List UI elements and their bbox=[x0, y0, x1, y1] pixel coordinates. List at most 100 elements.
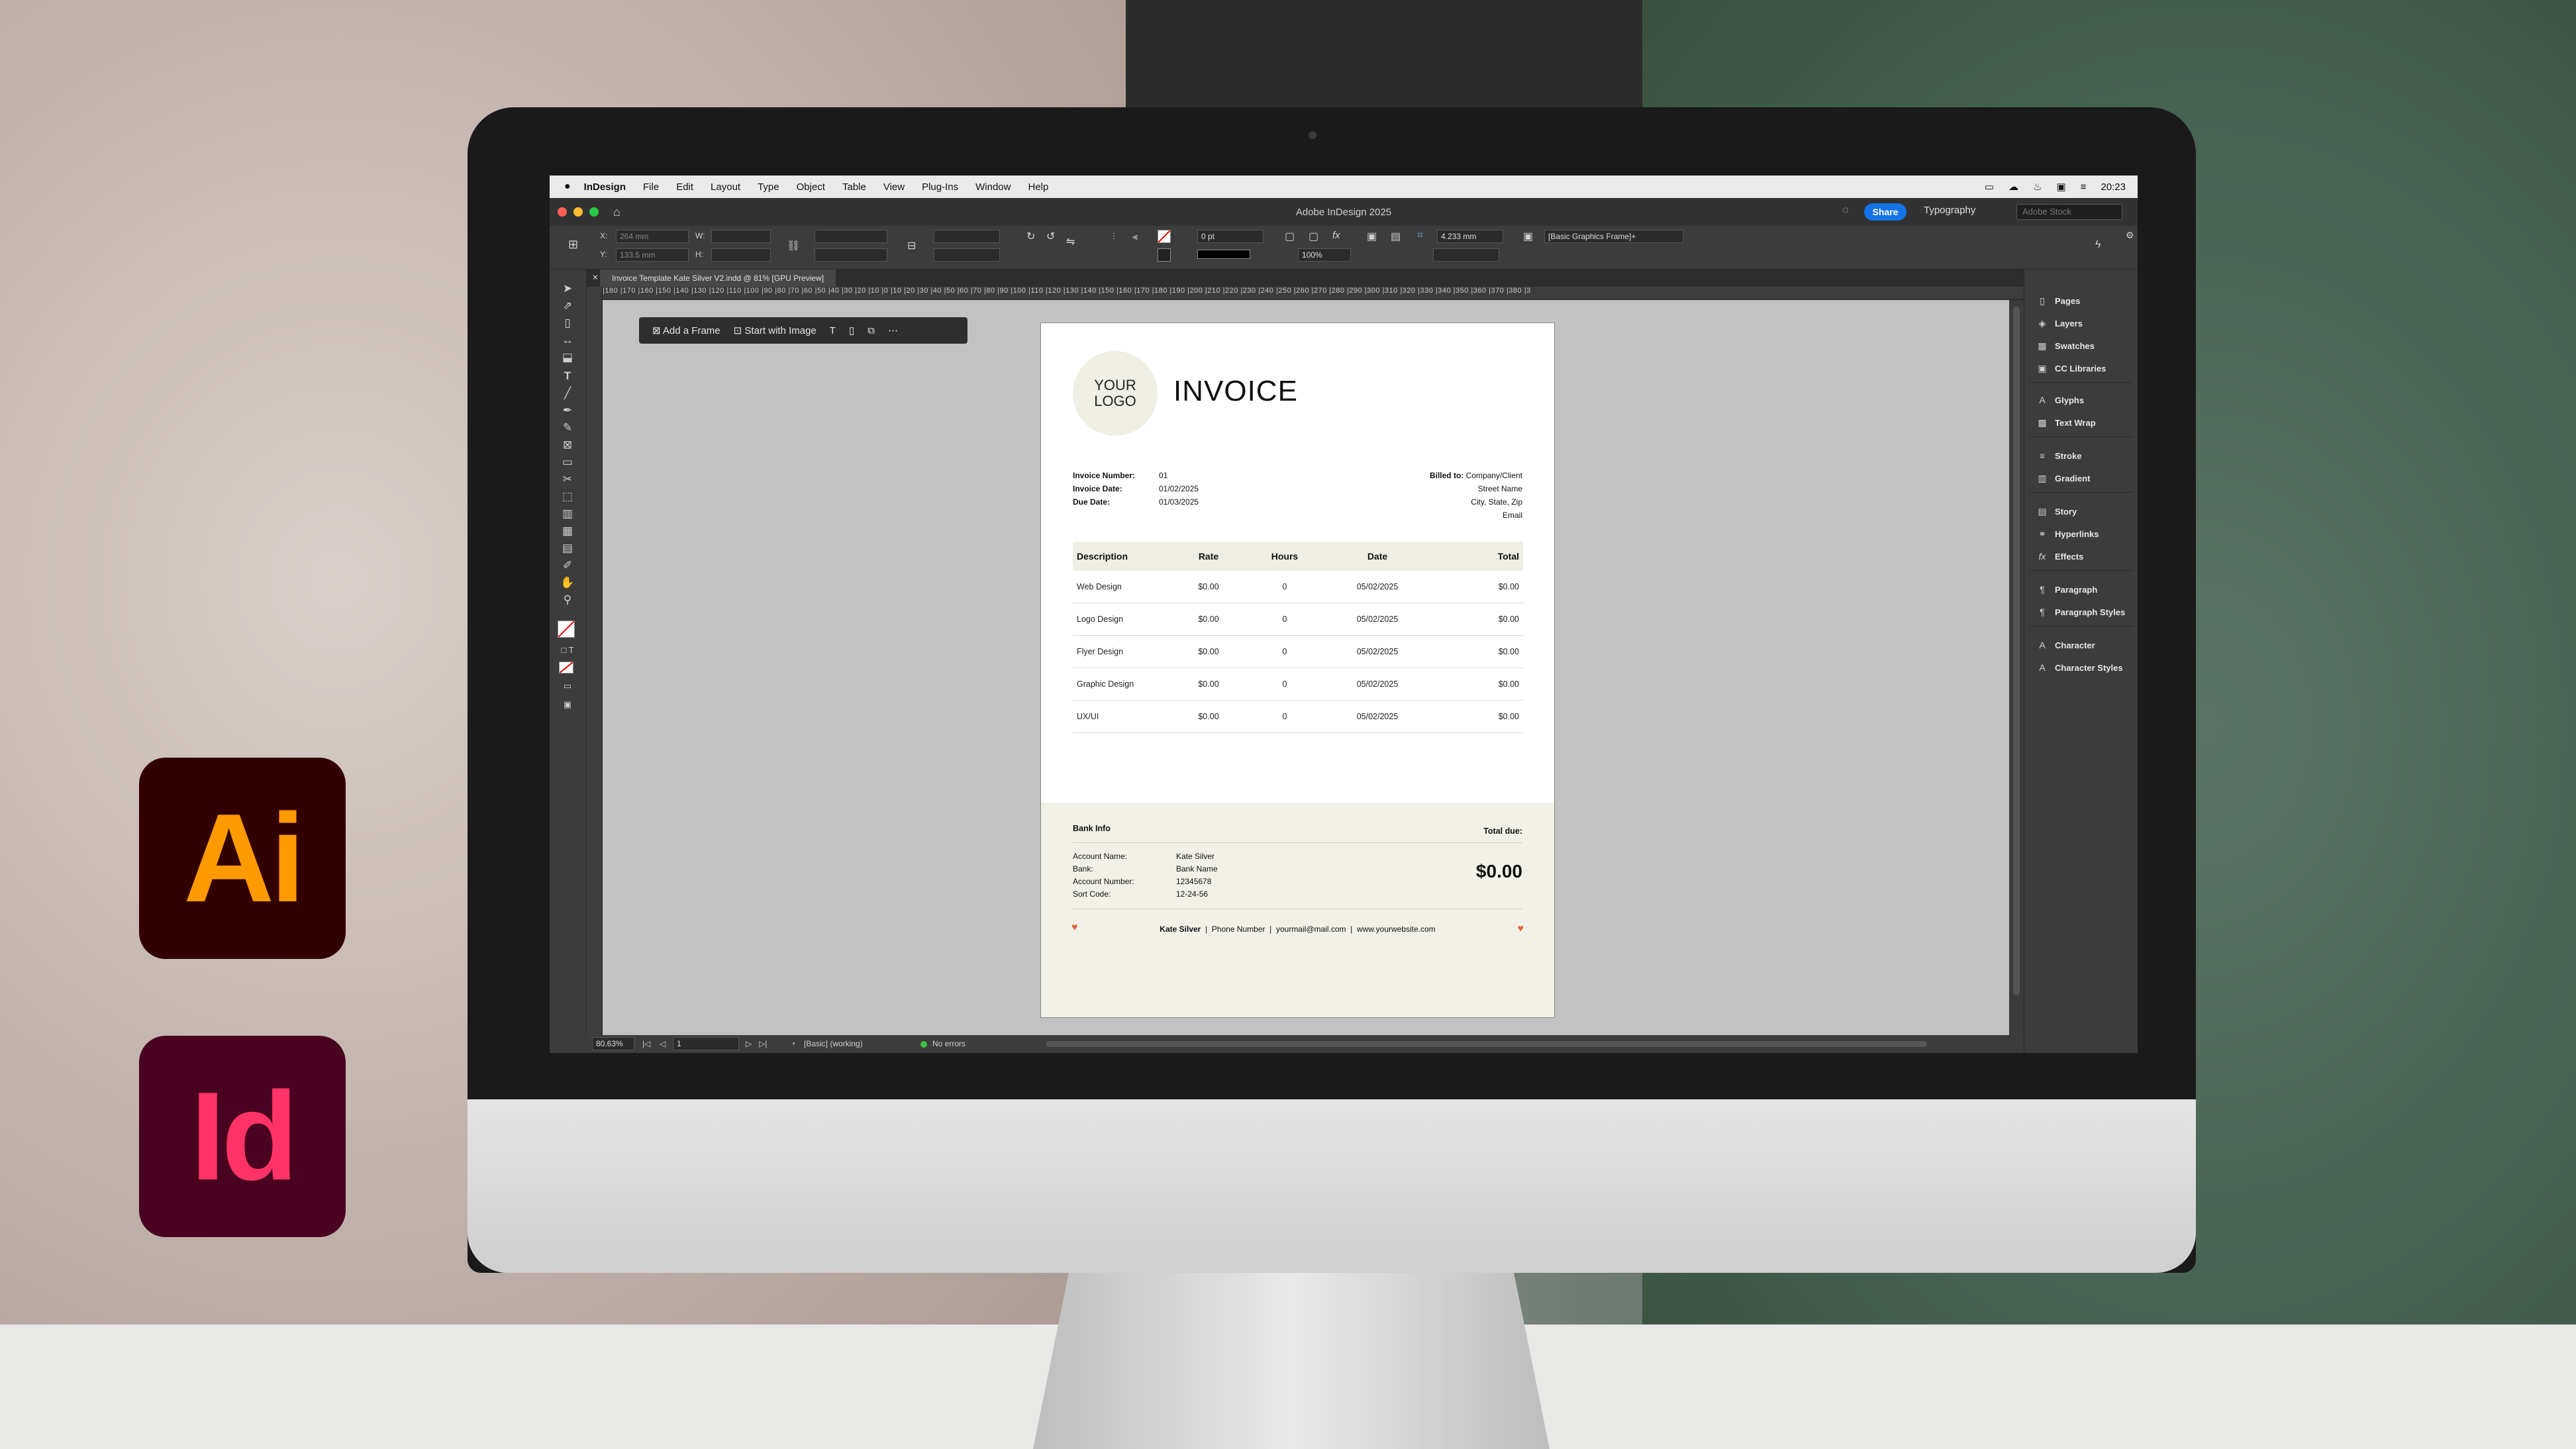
w-field[interactable] bbox=[711, 230, 771, 243]
menu-app[interactable]: InDesign bbox=[584, 181, 626, 193]
horizontal-ruler[interactable]: |180 |170 |160 |150 |140 |130 |120 |110 … bbox=[603, 287, 2024, 300]
horizontal-scrollbar[interactable] bbox=[1046, 1041, 1927, 1047]
y-field[interactable]: 133.5 mm bbox=[616, 248, 689, 262]
duplicate-icon[interactable]: ⧉ bbox=[867, 325, 875, 336]
share-button[interactable]: Share bbox=[1864, 203, 1907, 221]
opacity-field[interactable]: 100% bbox=[1298, 248, 1351, 262]
tab-invoice-document[interactable]: Invoice Template Kate Silver V2.indd @ 8… bbox=[600, 270, 836, 287]
clock[interactable]: 20:23 bbox=[2101, 181, 2126, 193]
panel-gradient[interactable]: ▥ Gradient bbox=[2036, 470, 2090, 487]
gap-tool-icon[interactable]: ↔ bbox=[559, 334, 576, 346]
frame-fit-icon[interactable]: ▣ bbox=[1367, 230, 1377, 243]
panel-paragraph[interactable]: ¶ Paragraph bbox=[2036, 581, 2097, 598]
adobe-stock-search[interactable]: Adobe Stock bbox=[2016, 204, 2122, 220]
panel-stroke[interactable]: ≡ Stroke bbox=[2036, 447, 2082, 464]
errors-status[interactable]: No errors bbox=[932, 1039, 966, 1048]
type-tool-icon[interactable]: T bbox=[559, 370, 576, 382]
eyedropper-tool-icon[interactable]: ✐ bbox=[559, 560, 576, 572]
align-icon[interactable]: ⫶ bbox=[1113, 231, 1115, 242]
page-field[interactable]: 1 bbox=[673, 1037, 739, 1050]
content-collector-icon[interactable]: ⬓ bbox=[559, 352, 576, 364]
menu-window[interactable]: Window bbox=[975, 181, 1011, 193]
fill-swatch[interactable] bbox=[1158, 230, 1171, 243]
hand-tool-icon[interactable]: ✋ bbox=[559, 577, 576, 589]
h-field[interactable] bbox=[711, 248, 771, 262]
rotate-ccw-icon[interactable]: ↺ bbox=[1046, 230, 1055, 243]
menu-edit[interactable]: Edit bbox=[676, 181, 693, 193]
panel-text-wrap[interactable]: ▩ Text Wrap bbox=[2036, 414, 2095, 431]
rectangle-frame-tool-icon[interactable]: ⊠ bbox=[559, 439, 576, 451]
panel-pages[interactable]: ▯ Pages bbox=[2036, 292, 2080, 309]
text-wrap-icon[interactable]: ▢ bbox=[1285, 230, 1295, 243]
panel-layers[interactable]: ◈ Layers bbox=[2036, 315, 2083, 332]
last-page-icon[interactable]: ▷| bbox=[759, 1039, 767, 1048]
start-with-image-button[interactable]: ⊡ Start with Image bbox=[734, 325, 817, 336]
flip-icon[interactable]: ⇋ bbox=[1066, 235, 1075, 248]
add-frame-button[interactable]: ⊠ Add a Frame bbox=[652, 325, 720, 336]
frame-size-field[interactable]: 4.233 mm bbox=[1437, 230, 1503, 243]
x-field[interactable]: 264 mm bbox=[616, 230, 689, 243]
more-icon[interactable]: ⋯ bbox=[888, 325, 898, 336]
free-transform-tool-icon[interactable]: ⬚ bbox=[559, 491, 576, 503]
flame-icon[interactable]: ♨ bbox=[2033, 181, 2042, 193]
panel-swatches[interactable]: ▦ Swatches bbox=[2036, 337, 2095, 354]
shear-field[interactable] bbox=[934, 248, 1000, 262]
lightning-icon[interactable]: ϟ bbox=[2095, 239, 2101, 251]
pencil-tool-icon[interactable]: ✎ bbox=[559, 422, 576, 434]
page-tool-icon[interactable]: ▯ bbox=[559, 317, 576, 329]
prev-page-icon[interactable]: ◁ bbox=[660, 1039, 666, 1048]
stroke-weight-field[interactable]: 0 pt bbox=[1197, 230, 1263, 243]
menu-type[interactable]: Type bbox=[758, 181, 779, 193]
text-icon[interactable]: T bbox=[830, 325, 836, 336]
panel-effects[interactable]: fx Effects bbox=[2036, 548, 2084, 565]
panel-character-styles[interactable]: A Character Styles bbox=[2036, 659, 2122, 676]
scissors-tool-icon[interactable]: ✂ bbox=[559, 474, 576, 485]
settings-icon[interactable]: ⚙ bbox=[2126, 230, 2134, 241]
direct-selection-tool-icon[interactable]: ⇗ bbox=[559, 300, 576, 312]
constrain-icon[interactable]: ⛓ bbox=[787, 239, 800, 252]
fx-icon[interactable]: fx bbox=[1332, 230, 1340, 241]
zoom-field[interactable]: 80.63% bbox=[592, 1037, 634, 1050]
frame-dropdown[interactable] bbox=[1433, 248, 1499, 262]
lock-icon[interactable]: ⊟ bbox=[907, 239, 916, 252]
apple-icon[interactable]: ● bbox=[564, 181, 571, 193]
vertical-ruler[interactable] bbox=[587, 287, 603, 1035]
first-page-icon[interactable]: |◁ bbox=[642, 1039, 650, 1048]
panel-cc-libraries[interactable]: ▣ CC Libraries bbox=[2036, 360, 2106, 377]
menu-view[interactable]: View bbox=[883, 181, 905, 193]
cloud-icon[interactable]: ☁ bbox=[2008, 181, 2018, 193]
keyboard-icon[interactable]: ▣ bbox=[2057, 181, 2066, 193]
zoom-tool-icon[interactable]: ⚲ bbox=[559, 594, 576, 606]
apply-none-icon[interactable] bbox=[559, 662, 573, 674]
rotate-cw-icon[interactable]: ↻ bbox=[1026, 230, 1035, 243]
scroll-thumb[interactable] bbox=[2013, 307, 2020, 995]
frame-fill-icon[interactable]: ▤ bbox=[1391, 230, 1401, 243]
invoice-page[interactable]: YOUR LOGO INVOICE Invoice Number: Invoice… bbox=[1041, 323, 1554, 1017]
panel-hyperlinks[interactable]: ⚭ Hyperlinks bbox=[2036, 525, 2099, 542]
object-style-dropdown[interactable]: [Basic Graphics Frame]+ bbox=[1544, 230, 1683, 243]
fill-stroke-swatch[interactable] bbox=[558, 621, 575, 638]
lightbulb-icon[interactable]: ◌ bbox=[1842, 205, 1849, 217]
hd-icon[interactable]: ▭ bbox=[1985, 181, 1994, 193]
gradient-feather-tool-icon[interactable]: ▦ bbox=[559, 525, 576, 537]
stroke-type-dropdown[interactable] bbox=[1197, 250, 1250, 259]
preview-mode-icon[interactable]: ▣ bbox=[559, 699, 576, 711]
stroke-swatch[interactable] bbox=[1158, 248, 1171, 262]
auto-fit-icon[interactable]: ⌗ bbox=[1417, 230, 1423, 242]
menu-layout[interactable]: Layout bbox=[711, 181, 740, 193]
scale-y-field[interactable] bbox=[815, 248, 887, 262]
screen-mode-icon[interactable]: ▭ bbox=[559, 680, 576, 692]
note-tool-icon[interactable]: ▤ bbox=[559, 542, 576, 554]
vertical-scrollbar[interactable] bbox=[2009, 300, 2024, 1035]
panel-paragraph-styles[interactable]: ¶ Paragraph Styles bbox=[2036, 603, 2125, 621]
rectangle-tool-icon[interactable]: ▭ bbox=[559, 456, 576, 468]
menu-object[interactable]: Object bbox=[797, 181, 825, 193]
next-page-icon[interactable]: ▷ bbox=[746, 1039, 752, 1048]
close-tab-icon[interactable]: ✕ bbox=[592, 273, 599, 282]
object-style-icon[interactable]: ▣ bbox=[1523, 230, 1533, 243]
control-center-icon[interactable]: ≡ bbox=[2081, 181, 2087, 193]
formatting-affects-icon[interactable]: □ T bbox=[559, 644, 576, 656]
menu-table[interactable]: Table bbox=[842, 181, 866, 193]
panel-character[interactable]: A Character bbox=[2036, 636, 2095, 654]
menu-help[interactable]: Help bbox=[1028, 181, 1048, 193]
